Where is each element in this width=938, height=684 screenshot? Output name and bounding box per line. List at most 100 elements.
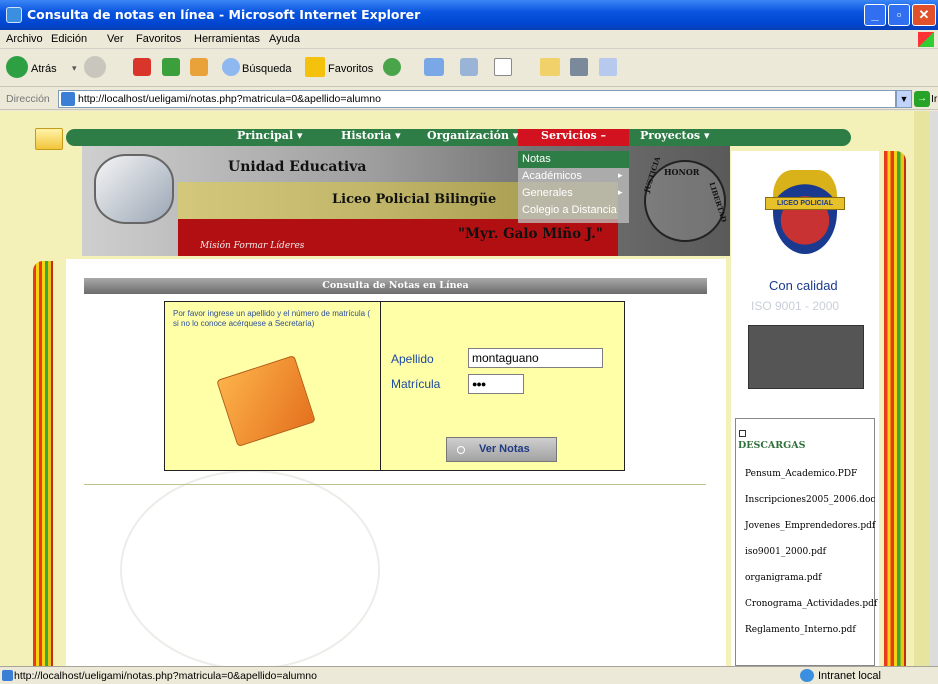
search-icon[interactable] xyxy=(222,58,240,76)
bullet-icon xyxy=(739,430,746,437)
nav-organizacion[interactable]: Organización ▾ xyxy=(427,129,518,142)
intranet-icon xyxy=(800,669,814,682)
menu-edicion[interactable]: Edición xyxy=(51,33,87,45)
zone-label: Intranet local xyxy=(818,670,881,682)
banner-mission: Misión Formar Líderes xyxy=(200,241,305,251)
search-label[interactable]: Búsqueda xyxy=(242,63,292,75)
back-arrow-icon[interactable] xyxy=(6,56,28,78)
menu-favoritos[interactable]: Favoritos xyxy=(136,33,181,45)
menu-archivo[interactable]: Archivo xyxy=(6,33,43,45)
school-banner: Unidad Educativa Liceo Policial Bilingüe… xyxy=(82,146,730,256)
submenu-notas[interactable]: Notas xyxy=(522,153,551,165)
watermark-seal xyxy=(120,470,380,666)
quality-title: Con calidad xyxy=(769,278,838,293)
download-link[interactable]: Inscripciones2005_2006.doc xyxy=(745,495,875,505)
back-label[interactable]: Atrás xyxy=(31,63,57,75)
minimize-button[interactable]: _ xyxy=(864,4,886,26)
form-header: Consulta de Notas en Línea xyxy=(84,278,707,294)
history-icon[interactable] xyxy=(383,58,401,76)
notebook-pencil-icon xyxy=(216,355,316,447)
address-dropdown-icon[interactable]: ▼ xyxy=(896,90,912,108)
download-link[interactable]: iso9001_2000.pdf xyxy=(745,547,826,557)
ver-notas-button[interactable]: Ver Notas xyxy=(446,437,557,462)
instructions-text: Por favor ingrese un apellido y el númer… xyxy=(173,309,370,328)
matricula-label: Matrícula xyxy=(391,377,441,391)
menu-herramientas[interactable]: Herramientas xyxy=(194,33,260,45)
download-link[interactable]: Reglamento_Interno.pdf xyxy=(745,625,856,635)
left-stripe-decoration xyxy=(33,261,53,666)
edit-word-icon[interactable] xyxy=(494,58,512,76)
download-link[interactable]: Cronograma_Actividades.pdf xyxy=(745,599,877,609)
submenu-academicos[interactable]: Académicos xyxy=(522,170,582,182)
menu-bar: Archivo Edición Ver Favoritos Herramient… xyxy=(0,30,938,49)
download-link[interactable]: organigrama.pdf xyxy=(745,573,822,583)
page-viewport: Principal ▾ Historia ▾ Organización ▾ Se… xyxy=(0,111,930,666)
menu-ayuda[interactable]: Ayuda xyxy=(269,33,300,45)
forward-arrow-icon[interactable] xyxy=(84,56,106,78)
page-icon xyxy=(2,670,13,681)
nav-principal[interactable]: Principal ▾ xyxy=(237,129,302,142)
page-icon xyxy=(61,92,75,106)
messenger-icon[interactable] xyxy=(599,58,617,76)
download-link[interactable]: Pensum_Academico.PDF xyxy=(745,469,857,479)
ver-notas-label: Ver Notas xyxy=(479,443,530,455)
nav-proyectos[interactable]: Proyectos ▾ xyxy=(640,129,709,142)
address-url: http://localhost/ueligami/notas.php?matr… xyxy=(78,93,381,105)
matricula-input[interactable]: ●●● xyxy=(468,374,524,394)
apellido-label: Apellido xyxy=(391,352,434,366)
menu-ver[interactable]: Ver xyxy=(107,33,124,45)
submenu-colegio-distancia[interactable]: Colegio a Distancia xyxy=(522,204,617,216)
main-content: Consulta de Notas en Línea Por favor ing… xyxy=(66,259,726,666)
ie-icon xyxy=(6,7,22,23)
mail-icon[interactable] xyxy=(424,58,444,76)
radio-icon xyxy=(457,446,465,454)
submenu-arrow-icon: ▸ xyxy=(618,170,623,180)
maximize-button[interactable]: ▫ xyxy=(888,4,910,26)
address-bar: Dirección http://localhost/ueligami/nota… xyxy=(0,88,938,110)
download-link[interactable]: Jovenes_Emprendedores.pdf xyxy=(745,521,875,531)
right-sidebar: LICEO POLICIAL Con calidad ISO 9001 - 20… xyxy=(731,151,879,666)
servicios-dropdown: Notas Académicos ▸ Generales ▸ Colegio a… xyxy=(518,151,629,223)
downloads-title: DESCARGAS xyxy=(738,440,806,451)
banner-line3: "Myr. Galo Miño J." xyxy=(458,226,603,242)
computer-icon xyxy=(94,154,174,224)
windows-logo-icon xyxy=(918,32,934,47)
apellido-input[interactable]: montaguano xyxy=(468,348,603,368)
iso-label: ISO 9001 - 2000 xyxy=(751,299,840,313)
home-icon[interactable] xyxy=(190,58,208,76)
downloads-box: DESCARGAS Pensum_Academico.PDF Inscripci… xyxy=(735,418,877,666)
instructions-panel: Por favor ingrese un apellido y el númer… xyxy=(164,301,381,471)
refresh-icon[interactable] xyxy=(162,58,180,76)
crest-ribbon: LICEO POLICIAL xyxy=(765,197,845,210)
go-label[interactable]: Ir xyxy=(931,93,937,105)
window-title: Consulta de notas en línea - Microsoft I… xyxy=(27,7,421,22)
banner-line2: Liceo Policial Bilingüe xyxy=(332,192,497,207)
login-panel: Apellido montaguano Matrícula ●●● Ver No… xyxy=(380,301,625,471)
banner-line1: Unidad Educativa xyxy=(228,159,367,175)
toolbar: Atrás ▾ Búsqueda Favoritos xyxy=(0,49,938,87)
scrollbar[interactable] xyxy=(930,111,938,666)
close-button[interactable]: ✕ xyxy=(912,4,936,26)
status-url: http://localhost/ueligami/notas.php?matr… xyxy=(14,670,317,682)
research-icon[interactable] xyxy=(570,58,588,76)
nav-historia[interactable]: Historia ▾ xyxy=(341,129,401,142)
address-input[interactable]: http://localhost/ueligami/notas.php?matr… xyxy=(58,90,896,108)
school-crest-icon xyxy=(773,170,837,254)
submenu-generales[interactable]: Generales xyxy=(522,187,573,199)
title-bar[interactable]: Consulta de notas en línea - Microsoft I… xyxy=(0,0,938,30)
folder-icon[interactable] xyxy=(540,58,560,76)
submenu-arrow-icon: ▸ xyxy=(618,187,623,197)
address-label: Dirección xyxy=(6,93,50,105)
favorites-label[interactable]: Favoritos xyxy=(328,63,373,75)
world-map-image xyxy=(748,325,864,389)
stop-icon[interactable] xyxy=(133,58,151,76)
back-dropdown-icon[interactable]: ▾ xyxy=(72,63,77,74)
nav-servicios[interactable]: Servicios – xyxy=(541,129,606,142)
right-stripe-decoration xyxy=(884,151,906,666)
favorites-star-icon[interactable] xyxy=(305,57,325,77)
seal-honor-text: HONOR xyxy=(664,167,700,177)
go-arrow-icon[interactable]: → xyxy=(914,91,930,107)
print-icon[interactable] xyxy=(460,58,478,76)
divider xyxy=(84,484,706,485)
folder-icon[interactable] xyxy=(35,128,63,150)
